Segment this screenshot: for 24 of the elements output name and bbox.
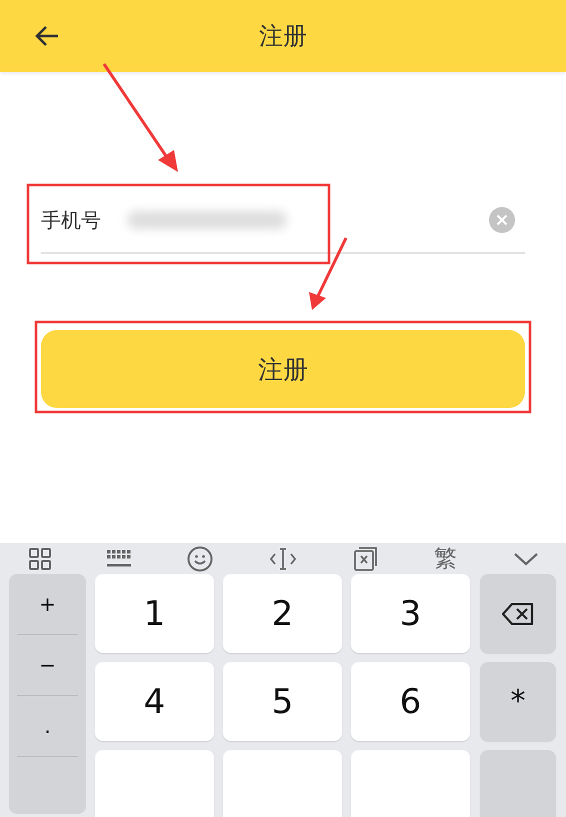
backspace-key[interactable]	[480, 574, 556, 653]
digit-key[interactable]: 5	[223, 662, 342, 741]
symbol-key[interactable]: +	[17, 574, 78, 635]
symbol-key[interactable]: .	[17, 696, 78, 757]
digit-key[interactable]: 3	[351, 574, 470, 653]
asterisk-key[interactable]: *	[480, 662, 556, 741]
phone-field[interactable]: 手机号	[41, 188, 525, 254]
field-label: 手机号	[41, 206, 101, 234]
backspace-icon	[502, 602, 534, 624]
back-icon[interactable]	[34, 25, 60, 47]
grid-icon[interactable]	[29, 548, 51, 570]
symbol-key[interactable]: −	[17, 635, 78, 696]
digit-key[interactable]: 6	[351, 662, 470, 741]
clipboard-icon[interactable]	[354, 546, 378, 570]
register-button[interactable]: 注册	[41, 330, 525, 408]
cursor-icon[interactable]	[269, 546, 298, 570]
traditional-chinese-toggle[interactable]: 繁	[434, 543, 457, 574]
digit-key[interactable]: 4	[95, 662, 214, 741]
digit-key[interactable]: 1	[95, 574, 214, 653]
chevron-down-icon[interactable]	[512, 552, 539, 566]
digit-key[interactable]: 2	[223, 574, 342, 653]
page-title: 注册	[259, 21, 307, 52]
keyboard-icon[interactable]	[107, 550, 132, 568]
emoji-icon[interactable]	[187, 546, 214, 572]
